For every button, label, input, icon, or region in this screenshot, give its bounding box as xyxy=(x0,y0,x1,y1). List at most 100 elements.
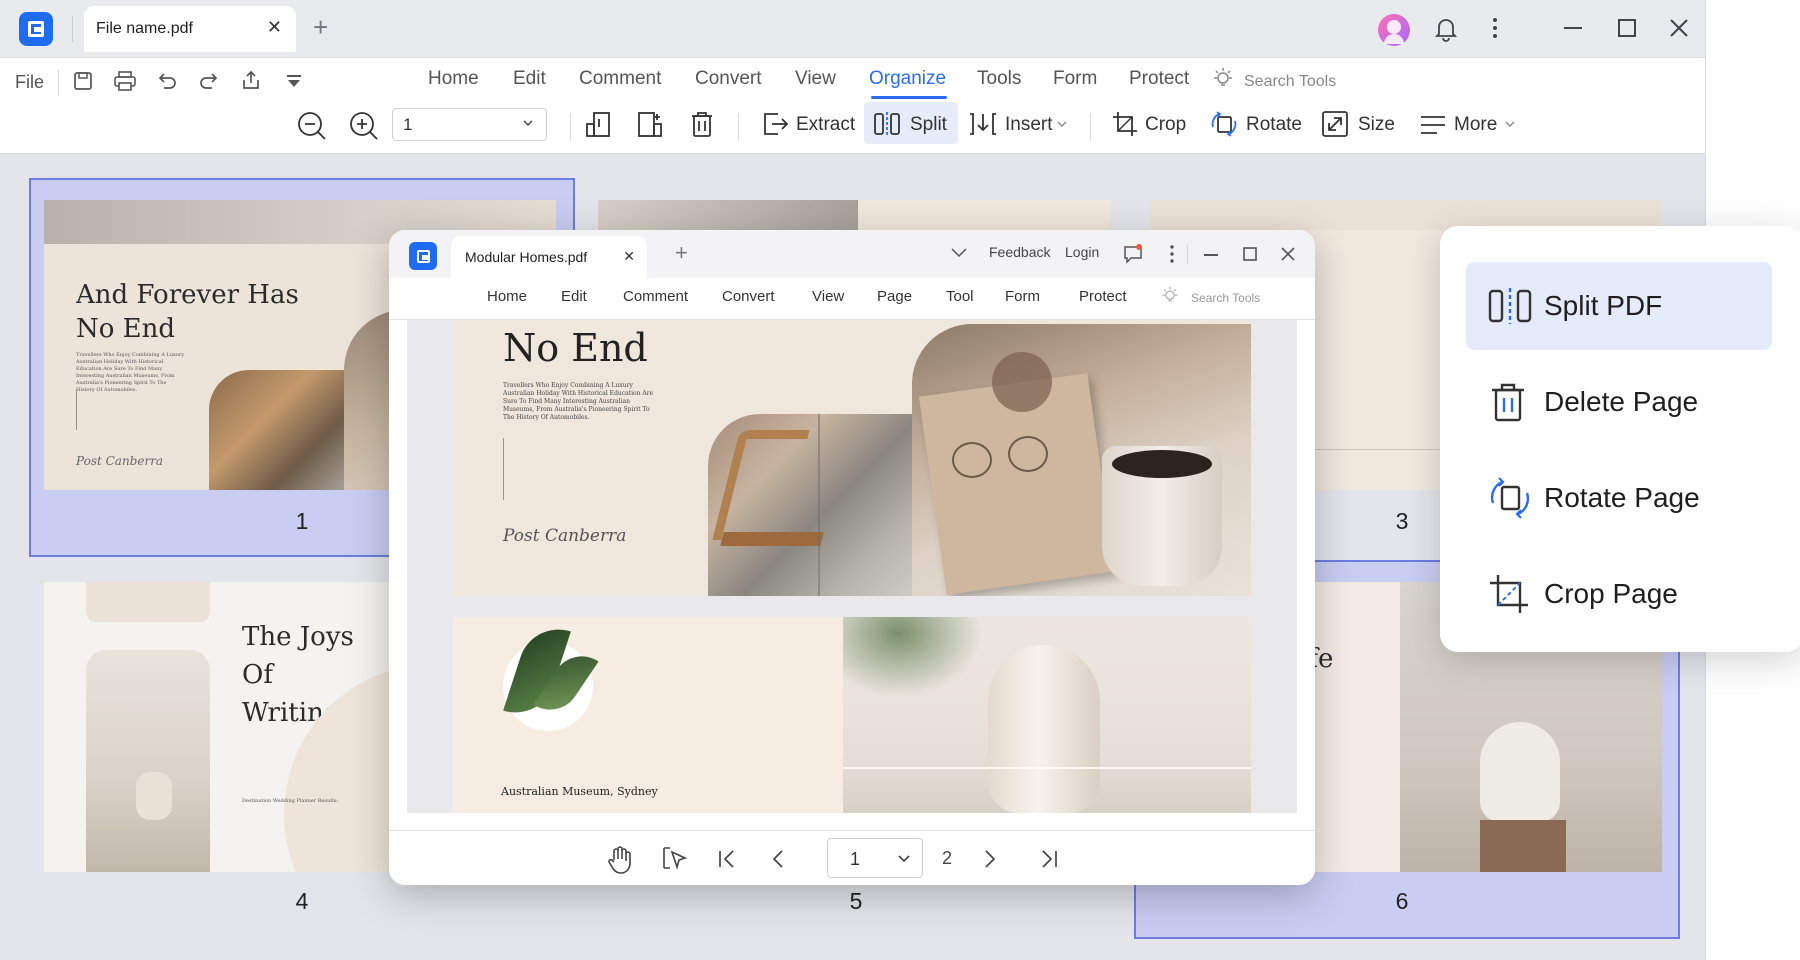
menu-edit[interactable]: Edit xyxy=(513,68,546,90)
message-icon[interactable] xyxy=(1123,244,1143,264)
more-options-icon[interactable] xyxy=(1492,17,1498,39)
popup-menu-page[interactable]: Page xyxy=(877,288,912,305)
page-number-4: 4 xyxy=(295,888,309,914)
file-menu[interactable]: File xyxy=(15,72,44,93)
popup-page-1: No End Travellers Who Enjoy Combining A … xyxy=(453,320,1251,596)
print-icon[interactable] xyxy=(112,68,138,94)
previous-page-icon[interactable] xyxy=(771,849,785,869)
popup-menu-view[interactable]: View xyxy=(812,288,844,305)
popup-page1-body: Travellers Who Enjoy Combining A Luxury … xyxy=(503,382,654,421)
popup-app-logo-icon xyxy=(409,242,437,270)
insert-page-after-icon[interactable] xyxy=(634,108,666,140)
insert-button[interactable]: Insert xyxy=(1005,114,1053,136)
menu-tools[interactable]: Tools xyxy=(977,68,1021,90)
close-tab-icon[interactable]: ✕ xyxy=(267,17,282,38)
thumb1-title-line1: And Forever Has xyxy=(76,280,299,310)
popup-menu-protect[interactable]: Protect xyxy=(1079,288,1127,305)
split-button[interactable]: Split xyxy=(910,114,947,136)
thumb4-title-line2: Of xyxy=(242,660,273,690)
popup-more-icon[interactable] xyxy=(1170,245,1174,263)
popup-minimize-icon[interactable] xyxy=(1204,254,1218,256)
crop-page-label: Crop Page xyxy=(1544,578,1678,609)
modular-homes-window: Modular Homes.pdf ✕ + Feedback Login Hom… xyxy=(389,230,1315,885)
extract-icon[interactable] xyxy=(760,109,790,139)
notification-bell-icon[interactable] xyxy=(1434,16,1458,42)
popup-tabs-dropdown-icon[interactable] xyxy=(951,248,967,258)
page-select-value: 1 xyxy=(403,115,413,134)
delete-page-icon[interactable] xyxy=(686,108,718,140)
total-pages: 2 xyxy=(942,848,953,868)
login-link[interactable]: Login xyxy=(1065,244,1099,260)
menu-protect[interactable]: Protect xyxy=(1129,68,1189,90)
more-chevron-icon[interactable] xyxy=(1505,120,1515,128)
page-number-select[interactable]: 1 xyxy=(392,108,547,141)
last-page-icon[interactable] xyxy=(1037,849,1059,869)
crop-icon[interactable] xyxy=(1110,109,1140,139)
zoom-in-icon[interactable] xyxy=(348,110,380,142)
more-button[interactable]: More xyxy=(1454,114,1497,136)
share-icon[interactable] xyxy=(238,67,264,93)
undo-icon[interactable] xyxy=(154,68,180,94)
popup-page-input[interactable]: 1 xyxy=(827,838,923,878)
popup-close-tab-icon[interactable]: ✕ xyxy=(623,248,635,265)
search-tools-input[interactable]: Search Tools xyxy=(1244,73,1336,91)
first-page-icon[interactable] xyxy=(717,849,739,869)
split-pdf-menu-item[interactable]: Split PDF xyxy=(1466,262,1772,350)
rotate-button[interactable]: Rotate xyxy=(1246,114,1302,136)
app-logo-icon xyxy=(19,12,53,46)
crop-page-menu-item[interactable]: Crop Page xyxy=(1466,550,1772,638)
page-size-icon[interactable] xyxy=(1320,109,1350,139)
insert-page-before-icon[interactable] xyxy=(582,108,614,140)
insert-icon[interactable] xyxy=(968,109,998,139)
new-tab-button[interactable]: + xyxy=(313,14,328,40)
close-window-icon[interactable] xyxy=(1670,19,1688,37)
trash-icon xyxy=(1492,383,1524,422)
popup-menu-convert[interactable]: Convert xyxy=(722,288,775,305)
rotate-page-menu-item[interactable]: Rotate Page xyxy=(1466,454,1772,542)
save-icon[interactable] xyxy=(70,68,96,94)
popup-menu-comment[interactable]: Comment xyxy=(623,288,688,305)
menu-convert[interactable]: Convert xyxy=(695,68,762,90)
popup-new-tab-button[interactable]: + xyxy=(675,242,688,264)
popup-navigation-bar: 1 2 xyxy=(389,830,1315,885)
popup-menu-form[interactable]: Form xyxy=(1005,288,1040,305)
menu-form[interactable]: Form xyxy=(1053,68,1097,90)
tab-file[interactable]: File name.pdf ✕ xyxy=(84,6,296,52)
crop-button[interactable]: Crop xyxy=(1145,114,1186,136)
split-icon[interactable] xyxy=(872,109,902,139)
popup-close-icon[interactable] xyxy=(1281,247,1295,261)
insert-chevron-icon[interactable] xyxy=(1057,120,1067,128)
size-button[interactable]: Size xyxy=(1358,114,1395,136)
split-pdf-label: Split PDF xyxy=(1544,290,1663,321)
menu-view[interactable]: View xyxy=(795,68,836,90)
popup-menu-edit[interactable]: Edit xyxy=(561,288,587,305)
feedback-link[interactable]: Feedback xyxy=(989,244,1050,260)
customize-dropdown-icon[interactable] xyxy=(282,69,306,93)
more-menu-icon[interactable] xyxy=(1418,110,1448,140)
menu-comment[interactable]: Comment xyxy=(579,68,661,90)
minimize-icon[interactable] xyxy=(1564,27,1582,29)
popup-search-tools-input[interactable]: Search Tools xyxy=(1191,291,1260,305)
extract-button[interactable]: Extract xyxy=(796,114,855,136)
popup-menu-home[interactable]: Home xyxy=(487,288,527,305)
popup-menu-tool[interactable]: Tool xyxy=(946,288,974,305)
popup-tab[interactable]: Modular Homes.pdf ✕ xyxy=(451,236,647,278)
menu-organize[interactable]: Organize xyxy=(869,68,946,90)
hand-tool-icon[interactable] xyxy=(607,846,633,874)
popup-tab-label: Modular Homes.pdf xyxy=(465,249,588,265)
avatar[interactable] xyxy=(1378,14,1410,46)
popup-page-chevron-icon[interactable] xyxy=(898,854,910,864)
zoom-out-icon[interactable] xyxy=(296,110,328,142)
popup-page2-caption: Australian Museum, Sydney xyxy=(501,785,658,798)
delete-page-menu-item[interactable]: Delete Page xyxy=(1466,358,1772,446)
lightbulb-icon xyxy=(1210,66,1236,92)
popup-page-2: Australian Museum, Sydney xyxy=(453,617,1251,813)
rotate-page-label: Rotate Page xyxy=(1544,482,1700,513)
select-tool-icon[interactable] xyxy=(662,846,690,874)
rotate-icon[interactable] xyxy=(1208,108,1240,140)
redo-icon[interactable] xyxy=(196,68,222,94)
popup-maximize-icon[interactable] xyxy=(1243,247,1257,261)
menu-home[interactable]: Home xyxy=(428,68,479,90)
maximize-icon[interactable] xyxy=(1618,19,1636,37)
next-page-icon[interactable] xyxy=(983,849,997,869)
